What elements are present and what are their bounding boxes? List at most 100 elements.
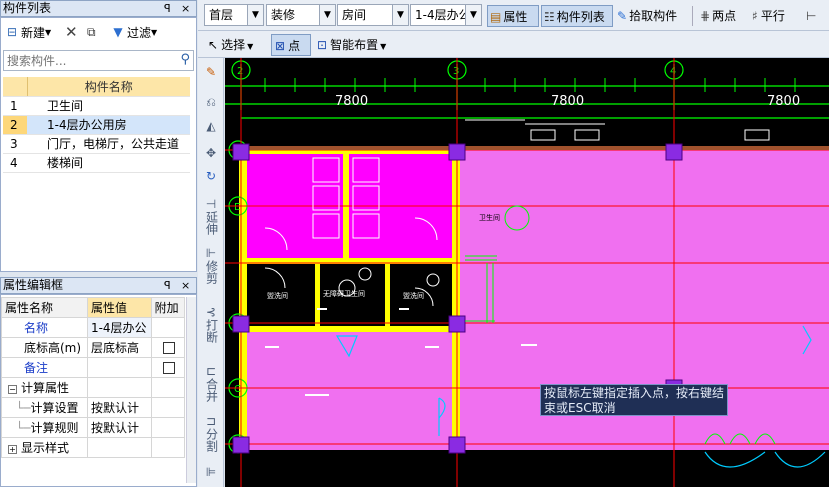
merge-icon: ⊏ — [205, 364, 217, 378]
property-group-row[interactable]: − 计算属性 — [1, 377, 186, 398]
parallel-icon: ♯ — [752, 9, 758, 23]
cursor-icon: ↖ — [208, 38, 219, 52]
dimension-text: 7800 — [551, 94, 584, 109]
filter-button[interactable]: ▼ 过滤 ▼ — [109, 22, 159, 42]
component-name[interactable]: 楼梯间 — [27, 153, 190, 173]
delete-icon[interactable]: ✕ — [63, 22, 80, 42]
attach-checkbox[interactable] — [163, 342, 176, 354]
table-row[interactable]: 1 卫生间 — [3, 96, 190, 116]
property-editor-title: 属性编辑框 — [3, 278, 64, 292]
pin-icon[interactable]: ꟼ — [164, 1, 171, 16]
table-row[interactable]: 3 门厅，电梯厅，公共走道 — [3, 134, 190, 154]
search-input[interactable] — [4, 51, 172, 70]
collapse-icon[interactable]: − — [8, 385, 17, 394]
list-icon: ☷ — [544, 10, 555, 24]
attach-cell — [150, 437, 186, 458]
attach-cell — [150, 357, 186, 378]
smart-layout-button[interactable]: ⊡ 智能布置 ▼ — [317, 34, 386, 56]
floor-select[interactable]: 首层 ▼ — [204, 4, 264, 26]
pick-component-button[interactable]: ✎ 拾取构件 — [617, 5, 677, 27]
property-name: 显示样式 — [21, 441, 70, 455]
select-button[interactable]: ↖ 选择 ▼ — [208, 34, 253, 56]
scrollbar[interactable] — [186, 297, 196, 483]
attach-checkbox[interactable] — [163, 362, 176, 374]
copy-icon[interactable]: ⧉ — [85, 22, 98, 42]
component-select[interactable]: 1-4层办公 ▼ — [410, 4, 482, 26]
funnel-icon: ▼ — [113, 25, 123, 39]
component-list-button[interactable]: ☷ 构件列表 — [541, 5, 613, 27]
break-button[interactable]: ⊰ 打断 — [200, 306, 222, 344]
property-value[interactable] — [86, 357, 152, 378]
align-icon[interactable]: ⊫ — [200, 466, 222, 479]
property-row[interactable]: └─计算规则 按默认计 — [1, 417, 186, 438]
split-button[interactable]: ⊐ 分割 — [200, 414, 222, 453]
draw-icon[interactable]: ✎ — [200, 66, 222, 79]
property-subitem: └─计算设置 — [1, 397, 88, 418]
point-button[interactable]: ⊠ 点 — [271, 34, 311, 56]
attach-cell — [150, 337, 186, 358]
axis-label: E — [234, 202, 240, 213]
property-group: + 显示样式 — [1, 437, 88, 458]
point-icon: ⊠ — [275, 39, 286, 53]
property-group-row[interactable]: + 显示样式 — [1, 437, 186, 458]
property-value[interactable]: 按默认计 — [86, 397, 152, 418]
property-editor-titlebar: 属性编辑框 ꟼ × — [0, 277, 197, 294]
rotate-icon[interactable]: ↻ — [200, 170, 222, 183]
new-component-button[interactable]: ⊟ 新建 ▼ — [3, 22, 53, 42]
beam-line — [241, 146, 829, 150]
close-icon[interactable]: × — [181, 1, 190, 16]
select-label: 选择 — [221, 38, 246, 52]
table-row-selected[interactable]: 2 1-4层办公用房 — [3, 115, 190, 135]
more-tools-icon[interactable]: ⊢ — [806, 5, 816, 27]
property-name: 名称 — [1, 317, 88, 338]
expand-icon[interactable]: + — [8, 445, 17, 454]
property-row[interactable]: 底标高(m) 层底标高 — [1, 337, 186, 358]
chevron-down-icon: ▼ — [319, 5, 335, 25]
component-list-toolbar: ⊟ 新建 ▼ ✕ ⧉ ▼ 过滤 ▼ — [1, 21, 196, 43]
drawing-canvas[interactable]: 7800 7800 7800 2 3 4 E D C — [225, 58, 829, 487]
component-name-header: 构件名称 — [27, 77, 190, 97]
dimension-text: 7800 — [335, 94, 368, 109]
component-name[interactable]: 1-4层办公用房 — [27, 115, 190, 135]
table-row[interactable]: 4 楼梯间 — [3, 153, 190, 173]
two-points-button[interactable]: ⋕ 两点 — [700, 5, 736, 27]
properties-label: 属性 — [503, 10, 528, 24]
component-name[interactable]: 卫生间 — [27, 96, 190, 116]
component-table: 构件名称 1 卫生间 2 1-4层办公用房 3 门厅，电梯厅，公共走道 4 楼梯… — [3, 77, 190, 173]
close-icon[interactable]: × — [181, 278, 190, 293]
row-number: 1 — [3, 96, 27, 116]
type-select[interactable]: 房间 ▼ — [337, 4, 409, 26]
trim-button[interactable]: ⊩ 修剪 — [200, 247, 222, 285]
property-value[interactable]: 层底标高 — [86, 337, 152, 358]
mirror-icon[interactable]: ⎌ — [200, 96, 222, 109]
search-icon[interactable]: ⚲ — [180, 52, 190, 67]
property-editor-panel: 属性名称 属性值 附加 名称 1-4层办公 底标高(m) 层底标高 备注 − 计算… — [0, 294, 197, 487]
new-label: 新建 — [21, 25, 46, 40]
extend-label: 延伸 — [204, 211, 219, 235]
parallel-button[interactable]: ♯ 平行 — [752, 5, 785, 27]
properties-button[interactable]: ▤ 属性 — [487, 5, 539, 27]
point-label: 点 — [288, 39, 301, 53]
trim-label: 修剪 — [204, 260, 219, 284]
property-value — [86, 437, 152, 458]
property-row[interactable]: └─计算设置 按默认计 — [1, 397, 186, 418]
property-value[interactable]: 1-4层办公 — [86, 317, 152, 338]
pin-icon[interactable]: ꟼ — [164, 278, 171, 293]
property-row[interactable]: 备注 — [1, 357, 186, 378]
property-table: 属性名称 属性值 附加 名称 1-4层办公 底标高(m) 层底标高 备注 − 计算… — [1, 297, 186, 458]
tree-branch: └─ — [16, 421, 31, 435]
extend-button[interactable]: ⊣ 延伸 — [200, 198, 222, 236]
move-icon[interactable]: ✥ — [200, 147, 222, 160]
category-select[interactable]: 装修 ▼ — [266, 4, 336, 26]
property-value[interactable]: 按默认计 — [86, 417, 152, 438]
split-icon: ⊐ — [205, 414, 217, 428]
property-row[interactable]: 名称 1-4层办公 — [1, 317, 186, 338]
component-name[interactable]: 门厅，电梯厅，公共走道 — [27, 134, 190, 154]
pick-icon: ✎ — [617, 9, 628, 23]
merge-button[interactable]: ⊏ 合并 — [200, 364, 222, 403]
property-name: 计算设置 — [30, 401, 79, 415]
mirror-axis-icon[interactable]: ◭ — [200, 120, 222, 133]
room-label: 卫生间 — [479, 213, 500, 222]
floor-select-value: 首层 — [209, 8, 234, 22]
break-label: 打断 — [204, 319, 219, 343]
